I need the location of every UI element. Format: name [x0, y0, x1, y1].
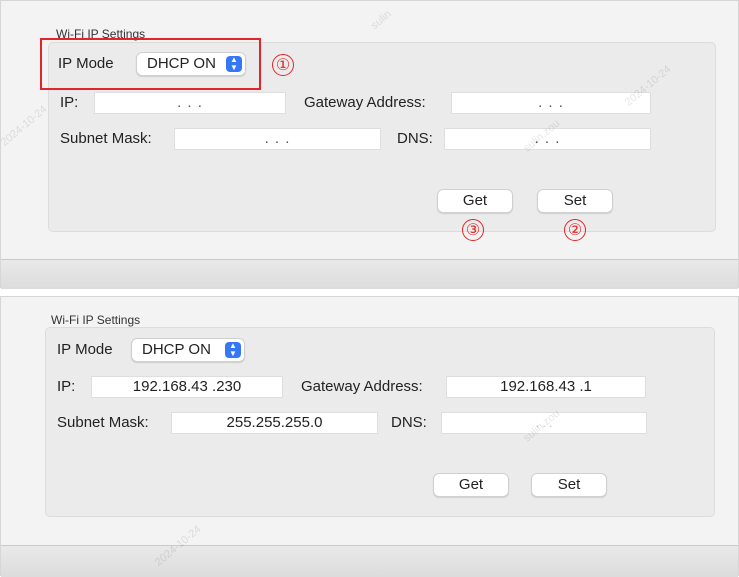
ip-mode-label: IP Mode [57, 341, 113, 358]
ip-field[interactable]: . . . [94, 92, 286, 114]
subnet-mask-field[interactable]: . . . [174, 128, 381, 150]
subnet-mask-label: Subnet Mask: [57, 414, 149, 431]
ip-mode-select[interactable]: DHCP ON ▲ ▼ [131, 338, 245, 362]
ip-label: IP: [60, 94, 79, 111]
ip-field[interactable]: 192.168.43 .230 [91, 376, 283, 398]
updown-chevron-icon: ▲ ▼ [225, 342, 241, 358]
get-button[interactable]: Get [433, 473, 509, 497]
dns-field[interactable]: . . . [444, 128, 651, 150]
ip-mode-select[interactable]: DHCP ON ▲ ▼ [136, 52, 246, 76]
set-button[interactable]: Set [537, 189, 613, 213]
get-button[interactable]: Get [437, 189, 513, 213]
dns-label: DNS: [391, 414, 427, 431]
annotation-marker-2: ② [564, 219, 586, 241]
gateway-label: Gateway Address: [304, 94, 426, 111]
gateway-field[interactable]: 192.168.43 .1 [446, 376, 646, 398]
gateway-field[interactable]: . . . [451, 92, 651, 114]
bottom-settings-panel: Wi-Fi IP Settings IP Mode DHCP ON ▲ ▼ IP:… [0, 296, 739, 577]
ip-mode-value: DHCP ON [142, 341, 211, 358]
updown-chevron-icon: ▲ ▼ [226, 56, 242, 72]
window-bottom-bar [1, 545, 738, 577]
dns-field[interactable]: . . . [441, 412, 647, 434]
ip-label: IP: [57, 378, 76, 395]
dns-label: DNS: [397, 130, 433, 147]
annotation-marker-3: ③ [462, 219, 484, 241]
set-button[interactable]: Set [531, 473, 607, 497]
top-settings-panel: Wi-Fi IP Settings IP Mode DHCP ON ▲ ▼ ① I… [0, 0, 739, 289]
group-title: Wi-Fi IP Settings [51, 313, 141, 327]
window-bottom-bar [1, 259, 738, 289]
subnet-mask-field[interactable]: 255.255.255.0 [171, 412, 378, 434]
annotation-marker-1: ① [272, 54, 294, 76]
ip-mode-label: IP Mode [58, 55, 114, 72]
ip-mode-value: DHCP ON [147, 55, 216, 72]
subnet-mask-label: Subnet Mask: [60, 130, 152, 147]
gateway-label: Gateway Address: [301, 378, 423, 395]
